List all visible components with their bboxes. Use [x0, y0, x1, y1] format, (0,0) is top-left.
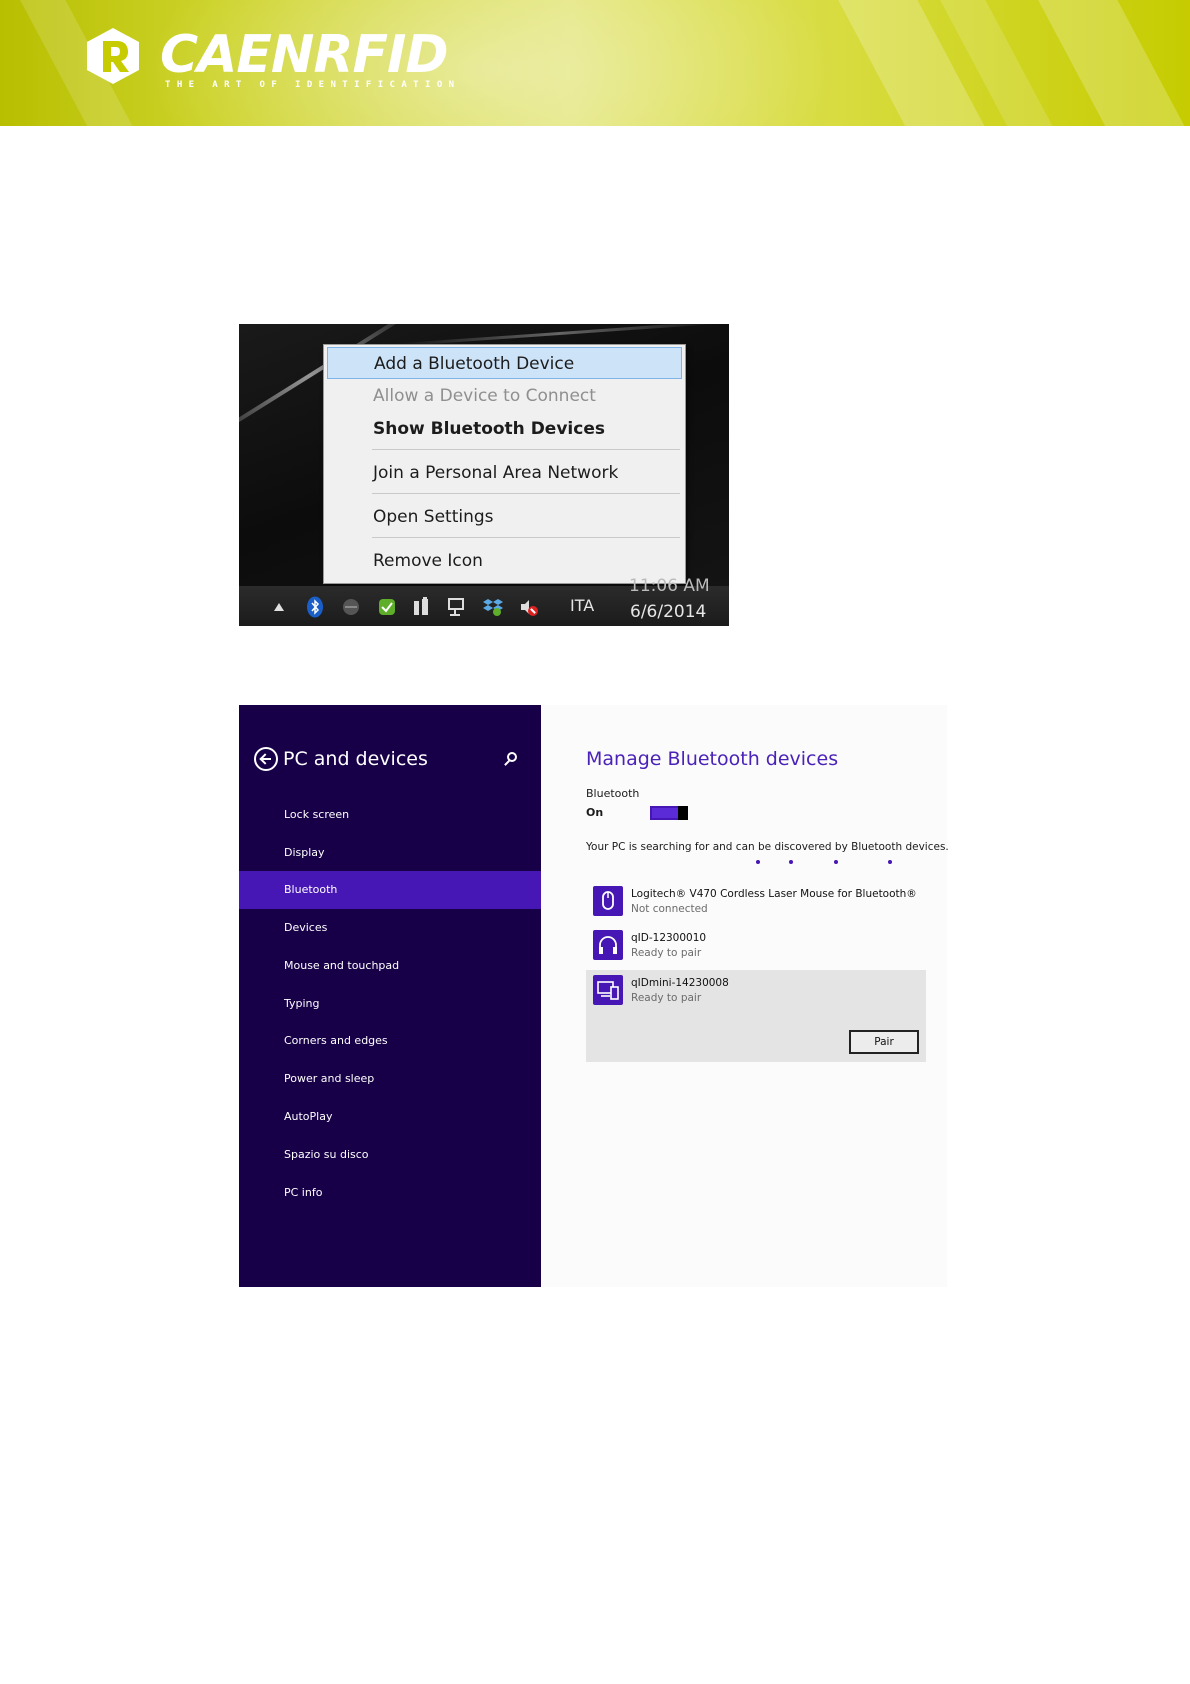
- network-monitor-icon[interactable]: [447, 596, 467, 618]
- sidebar-title: PC and devices: [283, 748, 428, 770]
- device-name: Logitech® V470 Cordless Laser Mouse for …: [631, 888, 917, 900]
- page-title: Manage Bluetooth devices: [586, 748, 839, 770]
- pair-button[interactable]: Pair: [849, 1030, 919, 1054]
- sidebar-item-typing[interactable]: Typing: [239, 985, 541, 1023]
- brand-name: CAENRFID: [160, 25, 449, 85]
- header-banner: CAENRFID THE ART OF IDENTIFICATION: [0, 0, 1190, 126]
- menu-separator: [372, 449, 680, 450]
- clock-time[interactable]: 11:06 AM: [629, 576, 710, 596]
- progress-dot: [756, 860, 760, 864]
- settings-sidebar: PC and devices Lock screen Display Bluet…: [239, 705, 541, 1287]
- caenrfid-logo-icon: [87, 28, 139, 84]
- menu-item-open-settings[interactable]: Open Settings: [327, 501, 682, 533]
- sidebar-header: PC and devices: [254, 745, 534, 775]
- bluetooth-icon[interactable]: [305, 596, 325, 618]
- menu-item-add-bluetooth-device[interactable]: Add a Bluetooth Device: [327, 347, 682, 379]
- network-icon[interactable]: [341, 596, 361, 618]
- searching-message: Your PC is searching for and can be disc…: [586, 841, 949, 853]
- bluetooth-state: On: [586, 806, 604, 819]
- sidebar-item-autoplay[interactable]: AutoPlay: [239, 1098, 541, 1136]
- pc-settings-screenshot: PC and devices Lock screen Display Bluet…: [239, 705, 949, 1287]
- headset-icon: [593, 930, 623, 960]
- menu-separator: [372, 537, 680, 538]
- bluetooth-toggle[interactable]: [650, 806, 688, 820]
- menu-item-show-bluetooth-devices[interactable]: Show Bluetooth Devices: [327, 413, 682, 445]
- device-status: Ready to pair: [631, 992, 702, 1004]
- progress-dot: [834, 860, 838, 864]
- dropbox-icon[interactable]: [483, 596, 503, 618]
- bluetooth-label: Bluetooth: [586, 787, 640, 800]
- menu-item-join-personal-area-network[interactable]: Join a Personal Area Network: [327, 457, 682, 489]
- volume-muted-icon[interactable]: [519, 596, 539, 618]
- menu-item-remove-icon[interactable]: Remove Icon: [327, 545, 682, 577]
- progress-dot: [888, 860, 892, 864]
- device-status: Ready to pair: [631, 947, 702, 959]
- sidebar-item-bluetooth[interactable]: Bluetooth: [239, 871, 541, 909]
- device-name: qIDmini-14230008: [631, 977, 729, 989]
- device-list-item-selected[interactable]: qIDmini-14230008 Ready to pair Pair: [586, 970, 926, 1062]
- device-list-item[interactable]: qID-12300010 Ready to pair: [586, 925, 926, 969]
- progress-dot: [789, 860, 793, 864]
- desktop-light-streak: [399, 324, 719, 347]
- menu-separator: [372, 493, 680, 494]
- device-status: Not connected: [631, 903, 708, 915]
- sidebar-item-mouse-and-touchpad[interactable]: Mouse and touchpad: [239, 947, 541, 985]
- menu-item-allow-device-to-connect: Allow a Device to Connect: [373, 386, 596, 406]
- sidebar-item-devices[interactable]: Devices: [239, 909, 541, 947]
- taskbar: ITA 11:06 AM 6/6/2014: [239, 576, 729, 626]
- sidebar-item-corners-and-edges[interactable]: Corners and edges: [239, 1022, 541, 1060]
- sidebar-item-pc-info[interactable]: PC info: [239, 1174, 541, 1212]
- banner-stripe: [1032, 0, 1190, 126]
- sidebar-item-spazio-su-disco[interactable]: Spazio su disco: [239, 1136, 541, 1174]
- tray-context-menu-screenshot: Add a Bluetooth Device Allow a Device to…: [239, 324, 729, 626]
- search-icon[interactable]: [507, 752, 517, 762]
- show-hidden-icons-arrow-icon[interactable]: [269, 596, 289, 618]
- bluetooth-settings-pane: Manage Bluetooth devices Bluetooth On Yo…: [586, 745, 949, 1062]
- device-list-item[interactable]: Logitech® V470 Cordless Laser Mouse for …: [586, 881, 926, 925]
- sidebar-item-display[interactable]: Display: [239, 834, 541, 872]
- devices-icon: [593, 975, 623, 1005]
- language-indicator[interactable]: ITA: [570, 596, 594, 615]
- clock-date[interactable]: 6/6/2014: [630, 602, 706, 622]
- brand-tagline: THE ART OF IDENTIFICATION: [165, 80, 461, 90]
- mouse-icon: [593, 886, 623, 916]
- sidebar-item-power-and-sleep[interactable]: Power and sleep: [239, 1060, 541, 1098]
- sidebar-item-lock-screen[interactable]: Lock screen: [239, 796, 541, 834]
- toggle-knob: [678, 806, 688, 820]
- back-arrow-icon[interactable]: [254, 747, 278, 771]
- power-icon[interactable]: [411, 596, 431, 618]
- bluetooth-context-menu: Add a Bluetooth Device Allow a Device to…: [323, 344, 686, 584]
- device-name: qID-12300010: [631, 932, 707, 944]
- security-check-icon[interactable]: [377, 596, 397, 618]
